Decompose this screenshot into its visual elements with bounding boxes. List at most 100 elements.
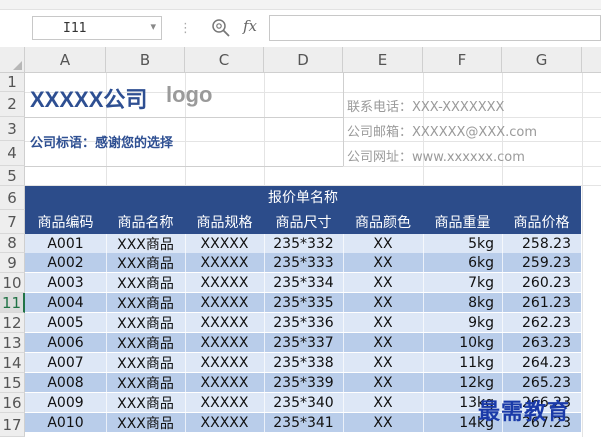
cell-code[interactable]: A007 bbox=[25, 353, 106, 372]
row-header-8[interactable]: 8 bbox=[0, 234, 25, 253]
row-header-12[interactable]: 12 bbox=[0, 313, 25, 333]
cell-code[interactable]: A005 bbox=[25, 313, 106, 332]
cell-name[interactable]: XXX商品 bbox=[106, 333, 185, 352]
table-header-weight[interactable]: 商品重量 bbox=[423, 210, 502, 234]
cell-color[interactable]: XX bbox=[343, 253, 423, 272]
cell-price[interactable]: 263.23 bbox=[502, 333, 581, 352]
cell-code[interactable]: A002 bbox=[25, 253, 106, 272]
cell-size[interactable]: 235*334 bbox=[264, 273, 343, 292]
cell-color[interactable]: XX bbox=[343, 333, 423, 352]
column-header-h[interactable] bbox=[582, 47, 601, 73]
cell-size[interactable]: 235*339 bbox=[264, 373, 343, 392]
cell-color[interactable]: XX bbox=[343, 234, 423, 253]
cell-name[interactable]: XXX商品 bbox=[106, 353, 185, 372]
cell-spec[interactable]: XXXXX bbox=[185, 353, 264, 372]
cell-spec[interactable]: XXXXX bbox=[185, 393, 264, 412]
cell-size[interactable]: 235*335 bbox=[264, 293, 343, 312]
row-header-3[interactable]: 3 bbox=[0, 117, 25, 141]
cell-size[interactable]: 235*332 bbox=[264, 234, 343, 253]
column-header-a[interactable]: A bbox=[25, 47, 106, 73]
cell-weight[interactable]: 6kg bbox=[423, 253, 502, 272]
cell-spec[interactable]: XXXXX bbox=[185, 293, 264, 312]
cell-name[interactable]: XXX商品 bbox=[106, 293, 185, 312]
table-header-name[interactable]: 商品名称 bbox=[106, 210, 185, 234]
cell-spec[interactable]: XXXXX bbox=[185, 273, 264, 292]
fx-icon[interactable]: fx bbox=[243, 17, 257, 35]
cell-weight[interactable]: 8kg bbox=[423, 293, 502, 312]
table-header-price[interactable]: 商品价格 bbox=[502, 210, 581, 234]
cell-price[interactable]: 259.23 bbox=[502, 253, 581, 272]
cell-price[interactable]: 262.23 bbox=[502, 313, 581, 332]
cell-code[interactable]: A006 bbox=[25, 333, 106, 352]
cell-size[interactable]: 235*336 bbox=[264, 313, 343, 332]
cell-code[interactable]: A004 bbox=[25, 293, 106, 312]
cell-size[interactable]: 235*337 bbox=[264, 333, 343, 352]
table-header-size[interactable]: 商品尺寸 bbox=[264, 210, 343, 234]
cell-name[interactable]: XXX商品 bbox=[106, 373, 185, 392]
cell-color[interactable]: XX bbox=[343, 373, 423, 392]
cell-name[interactable]: XXX商品 bbox=[106, 313, 185, 332]
cell-price[interactable]: 265.23 bbox=[502, 373, 581, 392]
row-header-6[interactable]: 6 bbox=[0, 186, 25, 210]
cell-price[interactable]: 264.23 bbox=[502, 353, 581, 372]
cell-name[interactable]: XXX商品 bbox=[106, 234, 185, 253]
cell-weight[interactable]: 5kg bbox=[423, 234, 502, 253]
cell-code[interactable]: A001 bbox=[25, 234, 106, 253]
table-header-spec[interactable]: 商品规格 bbox=[185, 210, 264, 234]
chevron-down-icon[interactable]: ▾ bbox=[150, 20, 156, 33]
table-row[interactable]: A006 XXX商品 XXXXX 235*337 XX 10kg 263.23 bbox=[25, 333, 581, 352]
column-header-g[interactable]: G bbox=[502, 47, 582, 73]
cell-size[interactable]: 235*340 bbox=[264, 393, 343, 412]
row-header-14[interactable]: 14 bbox=[0, 353, 25, 373]
zoom-icon[interactable] bbox=[211, 18, 231, 38]
cell-spec[interactable]: XXXXX bbox=[185, 373, 264, 392]
table-row[interactable]: A008 XXX商品 XXXXX 235*339 XX 12kg 265.23 bbox=[25, 373, 581, 392]
cell-price[interactable]: 261.23 bbox=[502, 293, 581, 312]
row-header-10[interactable]: 10 bbox=[0, 273, 25, 293]
cell-color[interactable]: XX bbox=[343, 293, 423, 312]
cell-color[interactable]: XX bbox=[343, 353, 423, 372]
cell-weight[interactable]: 9kg bbox=[423, 313, 502, 332]
table-row[interactable]: A007 XXX商品 XXXXX 235*338 XX 11kg 264.23 bbox=[25, 353, 581, 372]
cell-code[interactable]: A010 bbox=[25, 413, 106, 432]
cell-name[interactable]: XXX商品 bbox=[106, 273, 185, 292]
cell-spec[interactable]: XXXXX bbox=[185, 413, 264, 432]
cell-code[interactable]: A009 bbox=[25, 393, 106, 412]
quote-title[interactable]: 报价单名称 bbox=[25, 186, 581, 208]
row-header-7[interactable]: 7 bbox=[0, 210, 25, 234]
column-header-b[interactable]: B bbox=[106, 47, 185, 73]
cell-spec[interactable]: XXXXX bbox=[185, 313, 264, 332]
formula-bar-grip[interactable]: ⋮ bbox=[179, 21, 193, 36]
column-header-f[interactable]: F bbox=[423, 47, 502, 73]
cell-code[interactable]: A008 bbox=[25, 373, 106, 392]
cell-size[interactable]: 235*341 bbox=[264, 413, 343, 432]
cell-spec[interactable]: XXXXX bbox=[185, 253, 264, 272]
cell-color[interactable]: XX bbox=[343, 273, 423, 292]
table-header-color[interactable]: 商品颜色 bbox=[343, 210, 423, 234]
table-row[interactable]: A005 XXX商品 XXXXX 235*336 XX 9kg 262.23 bbox=[25, 313, 581, 332]
table-row[interactable]: A002 XXX商品 XXXXX 235*333 XX 6kg 259.23 bbox=[25, 253, 581, 272]
cell-spec[interactable]: XXXXX bbox=[185, 333, 264, 352]
formula-input[interactable] bbox=[269, 15, 601, 41]
cell-weight[interactable]: 12kg bbox=[423, 373, 502, 392]
row-header-15[interactable]: 15 bbox=[0, 373, 25, 393]
row-header-9[interactable]: 9 bbox=[0, 253, 25, 273]
cell-name[interactable]: XXX商品 bbox=[106, 413, 185, 432]
row-header-2[interactable]: 2 bbox=[0, 92, 25, 117]
column-header-d[interactable]: D bbox=[264, 47, 343, 73]
cell-weight[interactable]: 7kg bbox=[423, 273, 502, 292]
column-header-e[interactable]: E bbox=[343, 47, 423, 73]
row-header-11[interactable]: 11 bbox=[0, 293, 25, 313]
row-header-17[interactable]: 17 bbox=[0, 413, 25, 437]
cell-price[interactable]: 258.23 bbox=[502, 234, 581, 253]
cell-size[interactable]: 235*338 bbox=[264, 353, 343, 372]
cell-weight[interactable]: 10kg bbox=[423, 333, 502, 352]
cell-size[interactable]: 235*333 bbox=[264, 253, 343, 272]
cell-name[interactable]: XXX商品 bbox=[106, 253, 185, 272]
column-header-c[interactable]: C bbox=[185, 47, 264, 73]
row-header-4[interactable]: 4 bbox=[0, 141, 25, 166]
cell-color[interactable]: XX bbox=[343, 313, 423, 332]
table-row[interactable]: A004 XXX商品 XXXXX 235*335 XX 8kg 261.23 bbox=[25, 293, 581, 312]
cell-code[interactable]: A003 bbox=[25, 273, 106, 292]
table-row[interactable]: A001 XXX商品 XXXXX 235*332 XX 5kg 258.23 bbox=[25, 234, 581, 253]
